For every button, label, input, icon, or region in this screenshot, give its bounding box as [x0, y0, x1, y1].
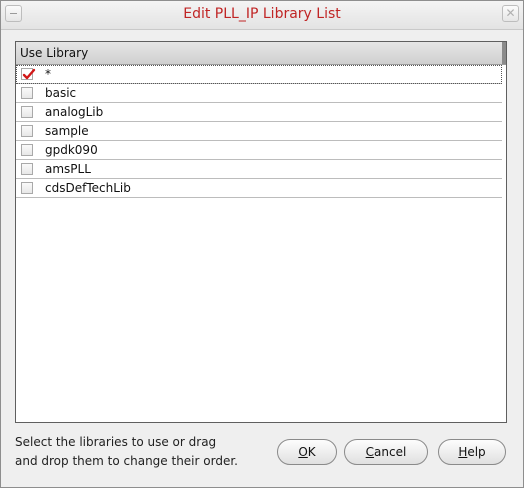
ok-button[interactable]: OK [277, 439, 337, 465]
checkbox[interactable] [21, 106, 33, 118]
checkbox[interactable] [21, 125, 33, 137]
library-row[interactable]: analogLib [16, 103, 502, 122]
library-rows: * basic analogLib sample gpdk090 amsPLL cdsDef… [16, 65, 506, 198]
library-name: gpdk090 [45, 143, 98, 157]
ok-label-rest: K [307, 445, 316, 459]
library-row[interactable]: sample [16, 122, 502, 141]
header-scroll-corner [502, 42, 506, 64]
cancel-mnemonic: C [365, 445, 375, 459]
title-bar[interactable]: Edit PLL_IP Library List ✕ [1, 1, 523, 30]
help-text: Select the libraries to use or drag and … [15, 433, 275, 471]
library-name: amsPLL [45, 162, 91, 176]
checkbox[interactable] [21, 182, 33, 194]
library-name: analogLib [45, 105, 104, 119]
checkbox-checked[interactable] [21, 68, 36, 80]
close-button[interactable]: ✕ [502, 5, 519, 22]
help-text-line-1: Select the libraries to use or drag [15, 435, 217, 449]
help-label-rest: elp [467, 445, 486, 459]
help-button[interactable]: Help [438, 439, 506, 465]
library-row[interactable]: gpdk090 [16, 141, 502, 160]
ok-mnemonic: O [298, 445, 308, 459]
column-header-use-library[interactable]: Use Library [16, 42, 506, 65]
library-row[interactable]: * [16, 65, 502, 84]
cancel-label-rest: ancel [374, 445, 407, 459]
library-row[interactable]: basic [16, 84, 502, 103]
help-text-line-2: and drop them to change their order. [15, 454, 238, 468]
window-title: Edit PLL_IP Library List [183, 6, 341, 22]
dialog-window: Edit PLL_IP Library List ✕ Use Library *… [0, 0, 524, 488]
checkbox[interactable] [21, 87, 33, 99]
library-name: basic [45, 86, 77, 100]
library-row[interactable]: cdsDefTechLib [16, 179, 502, 198]
library-row[interactable]: amsPLL [16, 160, 502, 179]
close-icon: ✕ [505, 6, 516, 20]
checkbox[interactable] [21, 163, 33, 175]
library-name: * [45, 67, 51, 81]
help-mnemonic: H [458, 445, 468, 459]
library-name: cdsDefTechLib [45, 181, 131, 195]
checkmark-icon [22, 68, 36, 80]
library-name: sample [45, 124, 89, 138]
cancel-button[interactable]: Cancel [344, 439, 428, 465]
library-list[interactable]: Use Library * basic analogLib sample gpdk090… [15, 41, 507, 423]
column-header-label: Use Library [20, 46, 89, 60]
checkbox[interactable] [21, 144, 33, 156]
